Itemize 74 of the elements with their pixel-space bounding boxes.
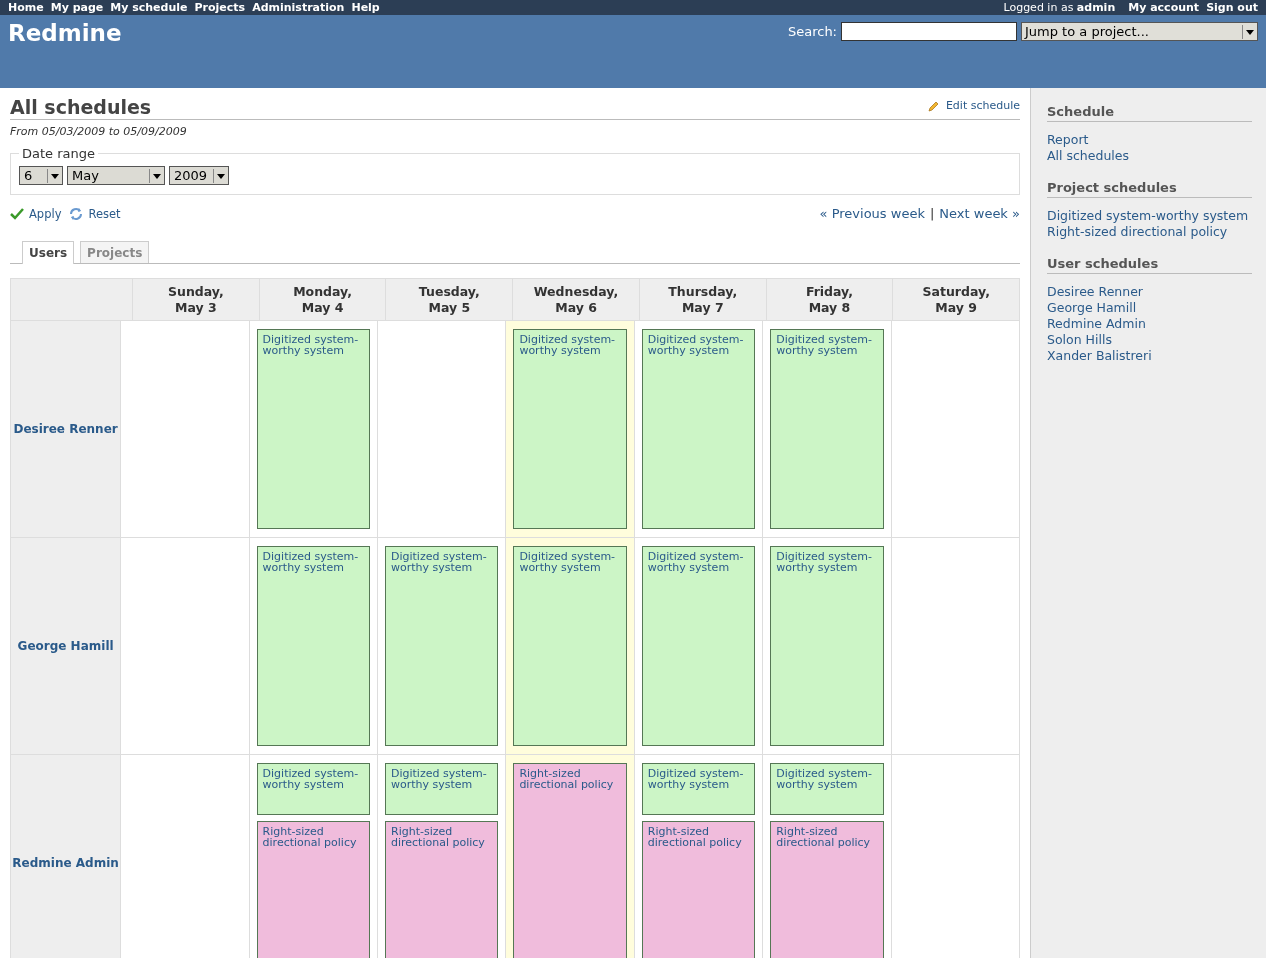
sidebar-link[interactable]: Report	[1047, 132, 1252, 148]
tab[interactable]: Users	[22, 241, 75, 264]
dropdown-arrow-icon	[213, 168, 228, 183]
day-select[interactable]: 6	[19, 166, 63, 185]
search-label: Search:	[787, 24, 837, 39]
sidebar-link[interactable]: Desiree Renner	[1047, 284, 1252, 300]
logged-in-label: Logged in as admin	[1003, 1, 1116, 14]
sidebar-heading: User schedules	[1047, 256, 1252, 274]
schedule-entry[interactable]: Digitized system-worthy system	[770, 763, 884, 815]
schedule-entry[interactable]: Digitized system-worthy system	[256, 329, 370, 529]
schedule-entry[interactable]: Right-sized directional policy	[513, 763, 627, 958]
dropdown-arrow-icon	[47, 168, 62, 183]
schedule-entry[interactable]: Digitized system-worthy system	[513, 329, 627, 529]
project-jump-select[interactable]: Jump to a project...	[1021, 22, 1258, 41]
day-header: Friday, May 8	[765, 279, 893, 321]
schedule-entry[interactable]: Digitized system-worthy system	[641, 329, 756, 529]
schedule-entry[interactable]: Digitized system-worthy system	[641, 546, 756, 746]
schedule-entry[interactable]: Digitized system-worthy system	[385, 546, 499, 746]
checkmark-icon	[10, 207, 24, 220]
schedule-entry[interactable]: Right-sized directional policy	[770, 821, 884, 958]
tab[interactable]: Projects	[80, 241, 150, 263]
user-link[interactable]: Desiree Renner	[13, 422, 118, 436]
top-menu-link[interactable]: My page	[50, 1, 104, 14]
day-header: Saturday, May 9	[892, 279, 1020, 321]
dropdown-arrow-icon	[149, 168, 164, 183]
day-header: Sunday, May 3	[132, 279, 259, 321]
user-link[interactable]: George Hamill	[17, 639, 114, 653]
top-menu-link[interactable]: Administration	[252, 1, 345, 14]
user-link[interactable]: Redmine Admin	[12, 856, 119, 870]
month-select[interactable]: May	[67, 166, 165, 185]
schedule-entry[interactable]: Right-sized directional policy	[256, 821, 370, 958]
refresh-icon	[69, 206, 84, 221]
date-range-legend: Date range	[19, 146, 98, 161]
sidebar-link[interactable]: Xander Balistreri	[1047, 348, 1252, 364]
sidebar-link[interactable]: George Hamill	[1047, 300, 1252, 316]
day-header: Thursday, May 7	[638, 279, 766, 321]
previous-week-link[interactable]: « Previous week	[819, 206, 925, 221]
day-header: Monday, May 4	[258, 279, 386, 321]
dropdown-arrow-icon	[1242, 24, 1257, 39]
edit-schedule-link[interactable]: Edit schedule	[927, 99, 1020, 112]
page-title: All schedules	[10, 96, 152, 118]
pencil-icon	[927, 99, 940, 112]
schedule-entry[interactable]: Digitized system-worthy system	[770, 329, 884, 529]
schedule-entry[interactable]: Digitized system-worthy system	[770, 546, 884, 746]
schedule-entry[interactable]: Digitized system-worthy system	[641, 763, 756, 815]
schedule-entry[interactable]: Digitized system-worthy system	[513, 546, 627, 746]
day-header: Tuesday, May 5	[385, 279, 513, 321]
sidebar-link[interactable]: All schedules	[1047, 148, 1252, 164]
site-title: Redmine	[8, 20, 122, 46]
next-week-link[interactable]: Next week »	[939, 206, 1020, 221]
account-link[interactable]: My account	[1128, 1, 1200, 14]
search-field[interactable]	[841, 22, 1017, 41]
link-separator: |	[929, 206, 935, 221]
sidebar-heading: Schedule	[1047, 104, 1252, 122]
schedule-entry[interactable]: Digitized system-worthy system	[256, 763, 370, 815]
date-range-text: From 05/03/2009 to 05/09/2009	[10, 125, 188, 138]
year-select[interactable]: 2009	[169, 166, 229, 185]
sidebar-link[interactable]: Solon Hills	[1047, 332, 1252, 348]
apply-link[interactable]: Apply	[10, 206, 62, 221]
schedule-entry[interactable]: Digitized system-worthy system	[256, 546, 370, 746]
sidebar-heading: Project schedules	[1047, 180, 1252, 198]
top-menu-link[interactable]: My schedule	[110, 1, 188, 14]
sidebar-link[interactable]: Right-sized directional policy	[1047, 224, 1252, 240]
schedule-entry[interactable]: Right-sized directional policy	[641, 821, 756, 958]
sidebar-link[interactable]: Redmine Admin	[1047, 316, 1252, 332]
top-menu-link[interactable]: Projects	[194, 1, 246, 14]
schedule-entry[interactable]: Digitized system-worthy system	[385, 763, 499, 815]
top-menu-link[interactable]: Help	[351, 1, 380, 14]
schedule-entry[interactable]: Right-sized directional policy	[385, 821, 499, 958]
day-header: Wednesday, May 6	[512, 279, 639, 321]
top-menu-link[interactable]: Home	[8, 1, 44, 14]
account-link[interactable]: Sign out	[1206, 1, 1258, 14]
reset-link[interactable]: Reset	[69, 206, 121, 221]
sidebar-link[interactable]: Digitized system-worthy system	[1047, 208, 1252, 224]
